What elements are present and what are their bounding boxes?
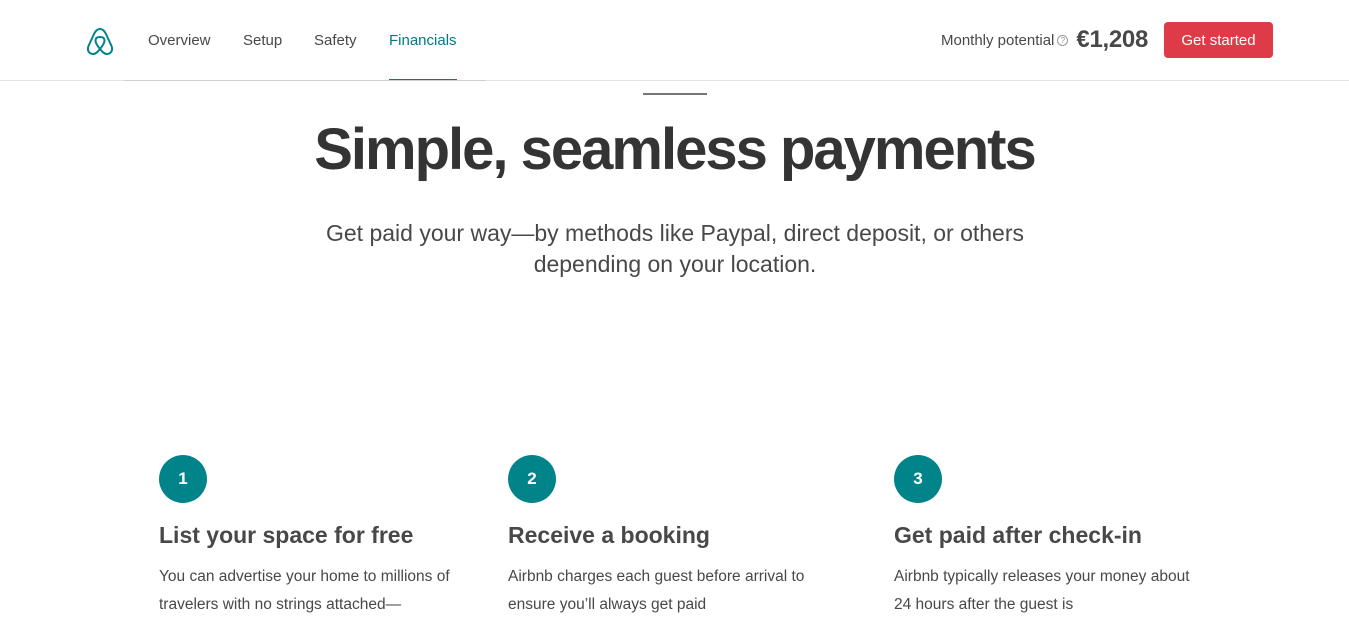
- top-navigation-bar: Overview Setup Safety Financials Monthly…: [0, 0, 1349, 81]
- nav-safety[interactable]: Safety: [314, 0, 357, 81]
- step-title: Receive a booking: [508, 522, 710, 548]
- monthly-potential: Monthly potential ? €1,208: [941, 24, 1148, 56]
- step-number-badge: 3: [894, 455, 942, 503]
- step-number-badge: 2: [508, 455, 556, 503]
- section-divider: [643, 93, 707, 95]
- step-description: Airbnb typically releases your money abo…: [894, 568, 1190, 613]
- nav-overview[interactable]: Overview: [148, 0, 211, 81]
- step-description: You can advertise your home to millions …: [159, 568, 450, 613]
- page-subtitle: Get paid your way—by methods like Paypal…: [325, 220, 1024, 277]
- nav-financials[interactable]: Financials: [389, 0, 457, 81]
- page-title: Simple, seamless payments: [314, 117, 1037, 182]
- monthly-potential-label: Monthly potential: [940, 31, 1055, 49]
- step-title: Get paid after check-in: [894, 522, 1142, 548]
- help-circle-icon[interactable]: ?: [1057, 34, 1069, 46]
- nav-divider: [124, 80, 486, 81]
- step-title: List your space for free: [159, 522, 414, 548]
- step-3: 3 Get paid after check-in Airbnb typical…: [894, 455, 1214, 619]
- nav-setup[interactable]: Setup: [243, 0, 282, 81]
- get-started-button[interactable]: Get started: [1164, 22, 1273, 58]
- monthly-potential-amount: €1,208: [1076, 26, 1148, 53]
- airbnb-logo-icon[interactable]: [85, 26, 115, 58]
- step-number-badge: 1: [159, 455, 207, 503]
- step-description: Airbnb charges each guest before arrival…: [508, 568, 805, 613]
- step-1: 1 List your space for free You can adver…: [159, 455, 479, 619]
- step-2: 2 Receive a booking Airbnb charges each …: [508, 455, 828, 619]
